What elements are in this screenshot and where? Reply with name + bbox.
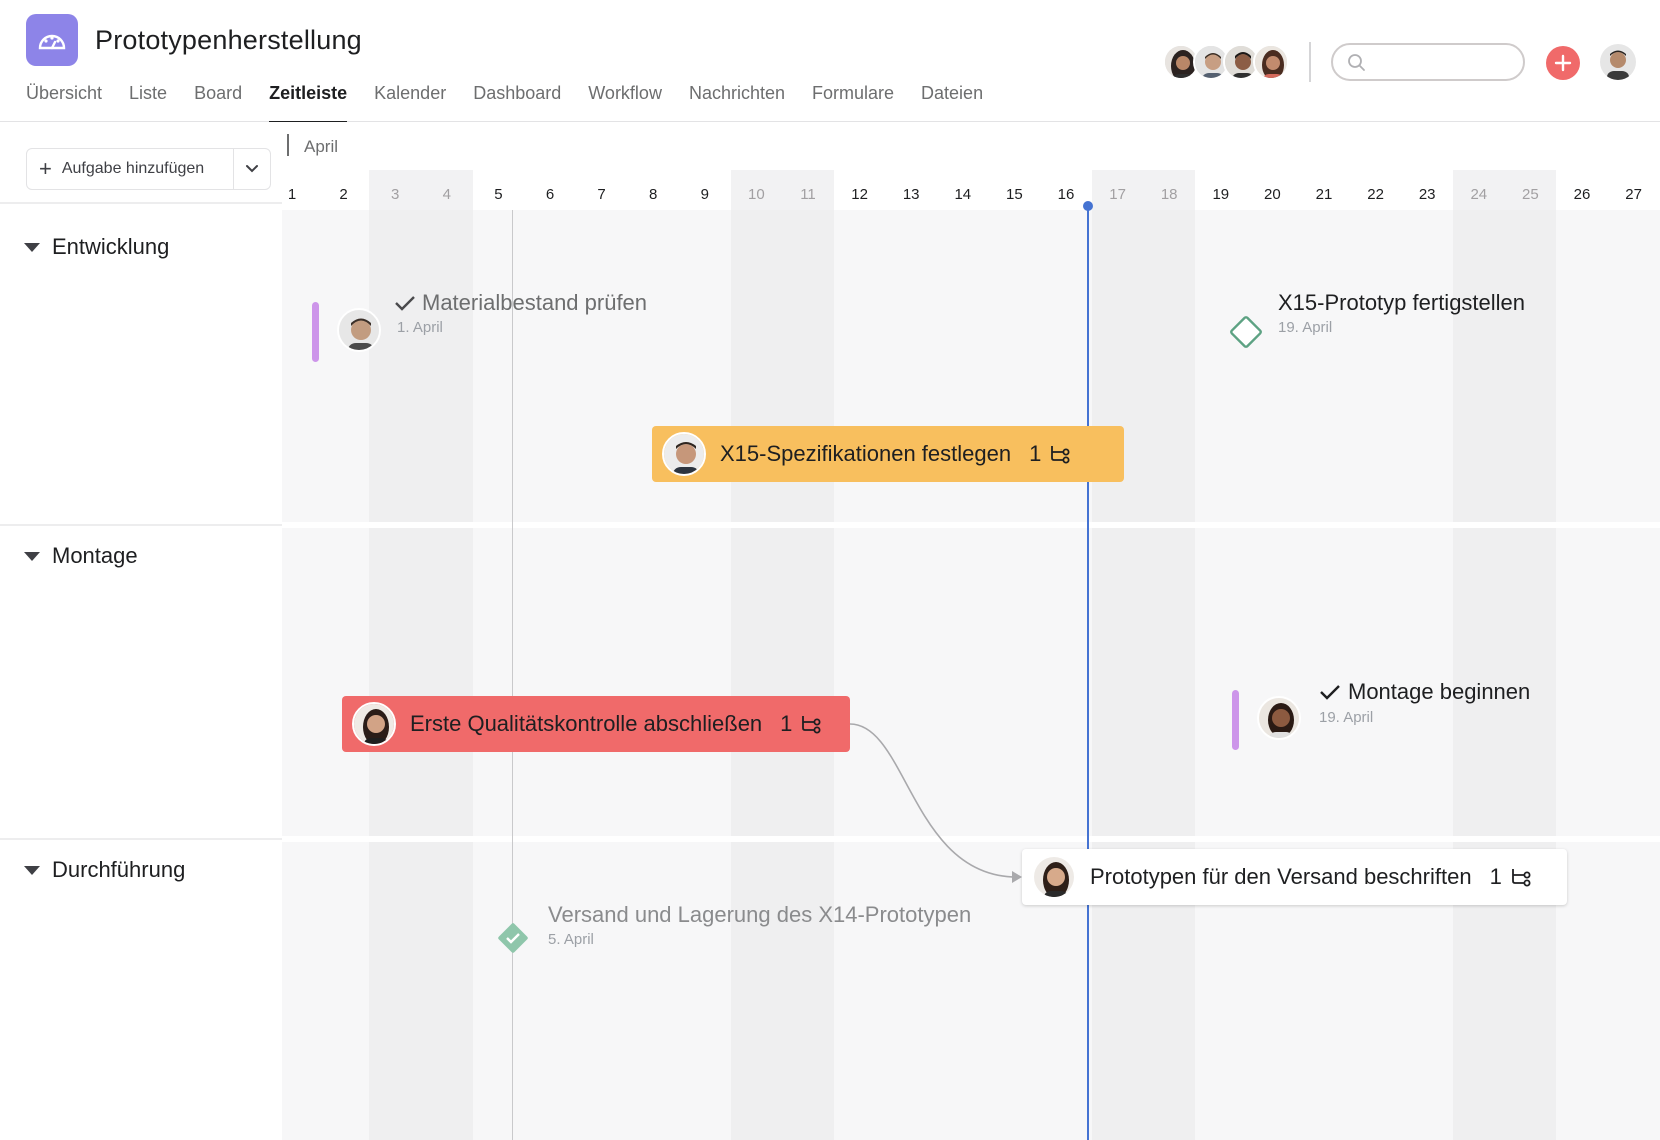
completed-milestone-icon[interactable] — [493, 918, 533, 958]
section-list-panel: + Aufgabe hinzufügen Entwicklung Montage… — [0, 122, 282, 1140]
subtask-count: 1 — [1029, 441, 1042, 466]
section-divider — [0, 202, 282, 204]
add-task-control: + Aufgabe hinzufügen — [26, 148, 271, 190]
tab-board[interactable]: Board — [194, 82, 242, 122]
task-title: X15-Spezifikationen festlegen — [720, 441, 1012, 466]
project-members[interactable] — [1163, 44, 1289, 80]
search-input[interactable] — [1331, 43, 1525, 81]
task-title-montage-beginnen[interactable]: Montage beginnen — [1348, 679, 1530, 705]
add-task-button[interactable]: + Aufgabe hinzufügen — [27, 149, 234, 189]
caret-down-icon — [24, 242, 40, 252]
task-title: Prototypen für den Versand beschriften — [1090, 864, 1472, 889]
tab-overview[interactable]: Übersicht — [26, 82, 102, 122]
section-name: Durchführung — [52, 857, 186, 882]
tab-timeline[interactable]: Zeitleiste — [269, 82, 348, 123]
tab-calendar[interactable]: Kalender — [374, 82, 446, 122]
add-task-dropdown-button[interactable] — [234, 149, 270, 189]
plus-icon — [1554, 54, 1572, 72]
tab-dashboard[interactable]: Dashboard — [473, 82, 561, 122]
project-tabs: Übersicht Liste Board Zeitleiste Kalende… — [26, 82, 1010, 123]
task-bar-qualitaetskontrolle[interactable]: Erste Qualitätskontrolle abschließen 1 — [342, 696, 850, 752]
search-icon — [1348, 54, 1365, 71]
add-task-label: Aufgabe hinzufügen — [61, 160, 205, 177]
task-title-materialbestand[interactable]: Materialbestand prüfen — [422, 290, 647, 316]
dependency-connector — [849, 723, 1022, 883]
member-avatar[interactable] — [1253, 44, 1289, 80]
subtask-icon — [802, 716, 821, 734]
header-divider — [1309, 42, 1311, 82]
caret-down-icon — [24, 865, 40, 875]
timeline-view[interactable]: April 1 2 3 4 5 6 7 8 9 10 11 12 13 14 15 16 17 18 19 20 21 2… — [282, 122, 1660, 1140]
subtask-icon — [1051, 446, 1070, 464]
tab-forms[interactable]: Formulare — [812, 82, 894, 122]
subtask-count: 1 — [780, 711, 793, 736]
section-divider — [0, 838, 282, 840]
task-date: 19. April — [1319, 709, 1374, 726]
project-title[interactable]: Prototypenherstellung — [95, 25, 362, 56]
section-header-montage[interactable]: Montage — [24, 543, 138, 569]
section-header-durchfuehrung[interactable]: Durchführung — [24, 857, 185, 883]
task-date: 1. April — [397, 319, 443, 336]
task-date: 5. April — [548, 931, 594, 948]
task-date: 19. April — [1278, 319, 1333, 336]
assignee-avatar[interactable] — [1257, 696, 1301, 740]
section-name: Montage — [52, 543, 138, 568]
tab-messages[interactable]: Nachrichten — [689, 82, 785, 122]
tab-workflow[interactable]: Workflow — [588, 82, 662, 122]
assignee-avatar[interactable] — [1032, 855, 1076, 899]
project-header: Prototypenherstellung Übersicht Liste Bo… — [0, 0, 1660, 123]
task-bar-prototypen-versand[interactable]: Prototypen für den Versand beschriften 1 — [1022, 849, 1567, 905]
section-name: Entwicklung — [52, 234, 170, 259]
check-icon — [395, 296, 415, 311]
task-color-bar — [312, 302, 319, 362]
plus-icon: + — [39, 156, 52, 181]
section-divider — [0, 524, 282, 526]
user-avatar[interactable] — [1600, 44, 1636, 80]
task-title-x15-prototyp[interactable]: X15-Prototyp fertigstellen — [1278, 290, 1525, 316]
subtask-icon — [1511, 869, 1531, 887]
assignee-avatar[interactable] — [662, 432, 706, 476]
assignee-avatar[interactable] — [352, 702, 396, 746]
task-bar-x15-spezifikationen[interactable]: X15-Spezifikationen festlegen 1 — [652, 426, 1124, 482]
task-title-versand-lagerung[interactable]: Versand und Lagerung des X14-Prototypen — [548, 902, 971, 928]
subtask-count: 1 — [1489, 864, 1502, 889]
project-icon[interactable] — [26, 14, 78, 66]
chevron-down-icon — [246, 165, 258, 173]
task-title: Erste Qualitätskontrolle abschließen — [410, 711, 763, 736]
section-header-entwicklung[interactable]: Entwicklung — [24, 234, 169, 260]
assignee-avatar[interactable] — [337, 308, 381, 352]
milestone-diamond-icon[interactable] — [1226, 312, 1266, 352]
caret-down-icon — [24, 551, 40, 561]
tab-list[interactable]: Liste — [129, 82, 167, 122]
task-color-bar — [1232, 690, 1239, 750]
tab-files[interactable]: Dateien — [921, 82, 983, 122]
check-icon — [1320, 685, 1340, 700]
quick-add-button[interactable] — [1546, 46, 1580, 80]
dashboard-gauge-icon — [38, 34, 66, 50]
